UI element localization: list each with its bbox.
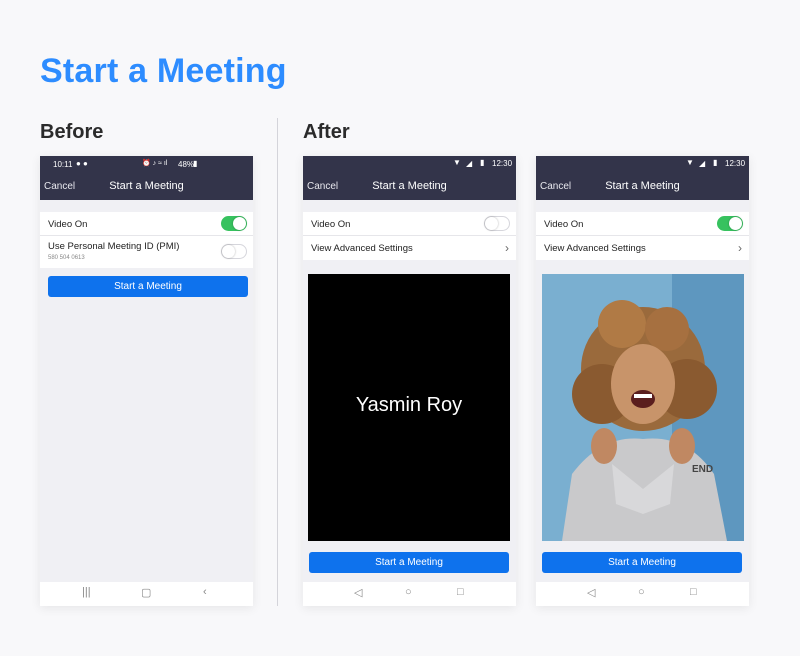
battery-icon: ▮: [193, 159, 198, 168]
chevron-right-icon: ›: [738, 241, 742, 255]
title-bar: Cancel Start a Meeting: [40, 172, 253, 200]
nav-recents-icon[interactable]: □: [457, 586, 464, 598]
signal-icon: ◢: [466, 159, 473, 168]
advanced-settings-label: View Advanced Settings: [544, 243, 646, 254]
settings-list: Video On View Advanced Settings ›: [536, 212, 749, 260]
start-meeting-button[interactable]: Start a Meeting: [48, 276, 248, 297]
nav-back-icon[interactable]: ◁: [354, 586, 362, 599]
video-on-label: Video On: [544, 219, 584, 230]
start-meeting-button[interactable]: Start a Meeting: [309, 552, 509, 573]
nav-recents-icon[interactable]: □: [690, 586, 697, 598]
video-on-row[interactable]: Video On: [40, 212, 253, 236]
wifi-icon: ▼: [453, 158, 461, 167]
phone-before: 10:11 ● ● ⏰ ♪ ≈ ıl 48% ▮ Cancel Start a …: [40, 156, 253, 606]
screen-title: Start a Meeting: [605, 180, 680, 192]
wifi-icon: ▼: [686, 158, 694, 167]
settings-list: Video On Use Personal Meeting ID (PMI) 5…: [40, 212, 253, 268]
screen-title: Start a Meeting: [109, 180, 184, 192]
nav-home-icon[interactable]: ▢: [141, 586, 151, 599]
advanced-settings-row[interactable]: View Advanced Settings ›: [303, 236, 516, 260]
advanced-settings-label: View Advanced Settings: [311, 243, 413, 254]
toggle-knob: [233, 217, 246, 230]
notification-icons: ● ●: [76, 159, 88, 168]
signal-icon: ◢: [699, 159, 706, 168]
video-on-toggle[interactable]: [484, 216, 510, 231]
pmi-label: Use Personal Meeting ID (PMI): [48, 241, 180, 252]
status-icons: ⏰ ♪ ≈ ıl: [142, 160, 168, 167]
video-on-row[interactable]: Video On: [303, 212, 516, 236]
nav-bar: ◁ ○ □: [303, 582, 516, 606]
status-bar: ▼ ◢ ▮ 12:30: [536, 156, 749, 172]
status-time: 12:30: [725, 159, 746, 168]
toggle-knob: [485, 217, 498, 230]
nav-bar: ◁ ○ □: [536, 582, 749, 606]
video-on-label: Video On: [48, 219, 88, 230]
toggle-knob: [729, 217, 742, 230]
screen-title: Start a Meeting: [372, 180, 447, 192]
section-label-before: Before: [40, 121, 104, 143]
pmi-toggle[interactable]: [221, 244, 247, 259]
section-label-after: After: [303, 121, 350, 143]
toggle-knob: [222, 245, 235, 258]
title-bar: Cancel Start a Meeting: [536, 172, 749, 200]
status-bar: ▼ ◢ ▮ 12:30: [303, 156, 516, 172]
nav-recents-icon[interactable]: |||: [82, 586, 91, 598]
chevron-right-icon: ›: [505, 241, 509, 255]
nav-back-icon[interactable]: ◁: [587, 586, 595, 599]
status-time: 12:30: [492, 159, 513, 168]
video-on-toggle[interactable]: [221, 216, 247, 231]
preview-name: Yasmin Roy: [355, 394, 463, 416]
title-bar: Cancel Start a Meeting: [303, 172, 516, 200]
camera-person-image: END: [542, 274, 744, 541]
nav-bar: ||| ▢ ‹: [40, 582, 253, 606]
video-preview: Yasmin Roy: [308, 274, 510, 541]
phone-after-video-off: ▼ ◢ ▮ 12:30 Cancel Start a Meeting Video…: [303, 156, 516, 606]
start-meeting-button[interactable]: Start a Meeting: [542, 552, 742, 573]
pmi-row[interactable]: Use Personal Meeting ID (PMI) 580 504 06…: [40, 236, 253, 268]
battery-icon: ▮: [713, 158, 718, 167]
video-on-label: Video On: [311, 219, 351, 230]
divider: [277, 118, 278, 606]
video-preview-camera: END: [542, 274, 744, 541]
pmi-number: 580 504 0613: [48, 255, 85, 261]
video-on-toggle[interactable]: [717, 216, 743, 231]
video-on-row[interactable]: Video On: [536, 212, 749, 236]
status-time: 10:11: [53, 160, 73, 169]
nav-home-icon[interactable]: ○: [405, 586, 412, 598]
nav-back-icon[interactable]: ‹: [203, 586, 207, 598]
settings-list: Video On View Advanced Settings ›: [303, 212, 516, 260]
page-title: Start a Meeting: [40, 52, 287, 90]
phone-after-video-on: ▼ ◢ ▮ 12:30 Cancel Start a Meeting Video…: [536, 156, 749, 606]
battery-icon: ▮: [480, 158, 485, 167]
nav-home-icon[interactable]: ○: [638, 586, 645, 598]
svg-text:END: END: [692, 464, 713, 475]
advanced-settings-row[interactable]: View Advanced Settings ›: [536, 236, 749, 260]
status-bar: 10:11 ● ● ⏰ ♪ ≈ ıl 48% ▮: [40, 156, 253, 172]
battery-text: 48%: [178, 160, 195, 169]
